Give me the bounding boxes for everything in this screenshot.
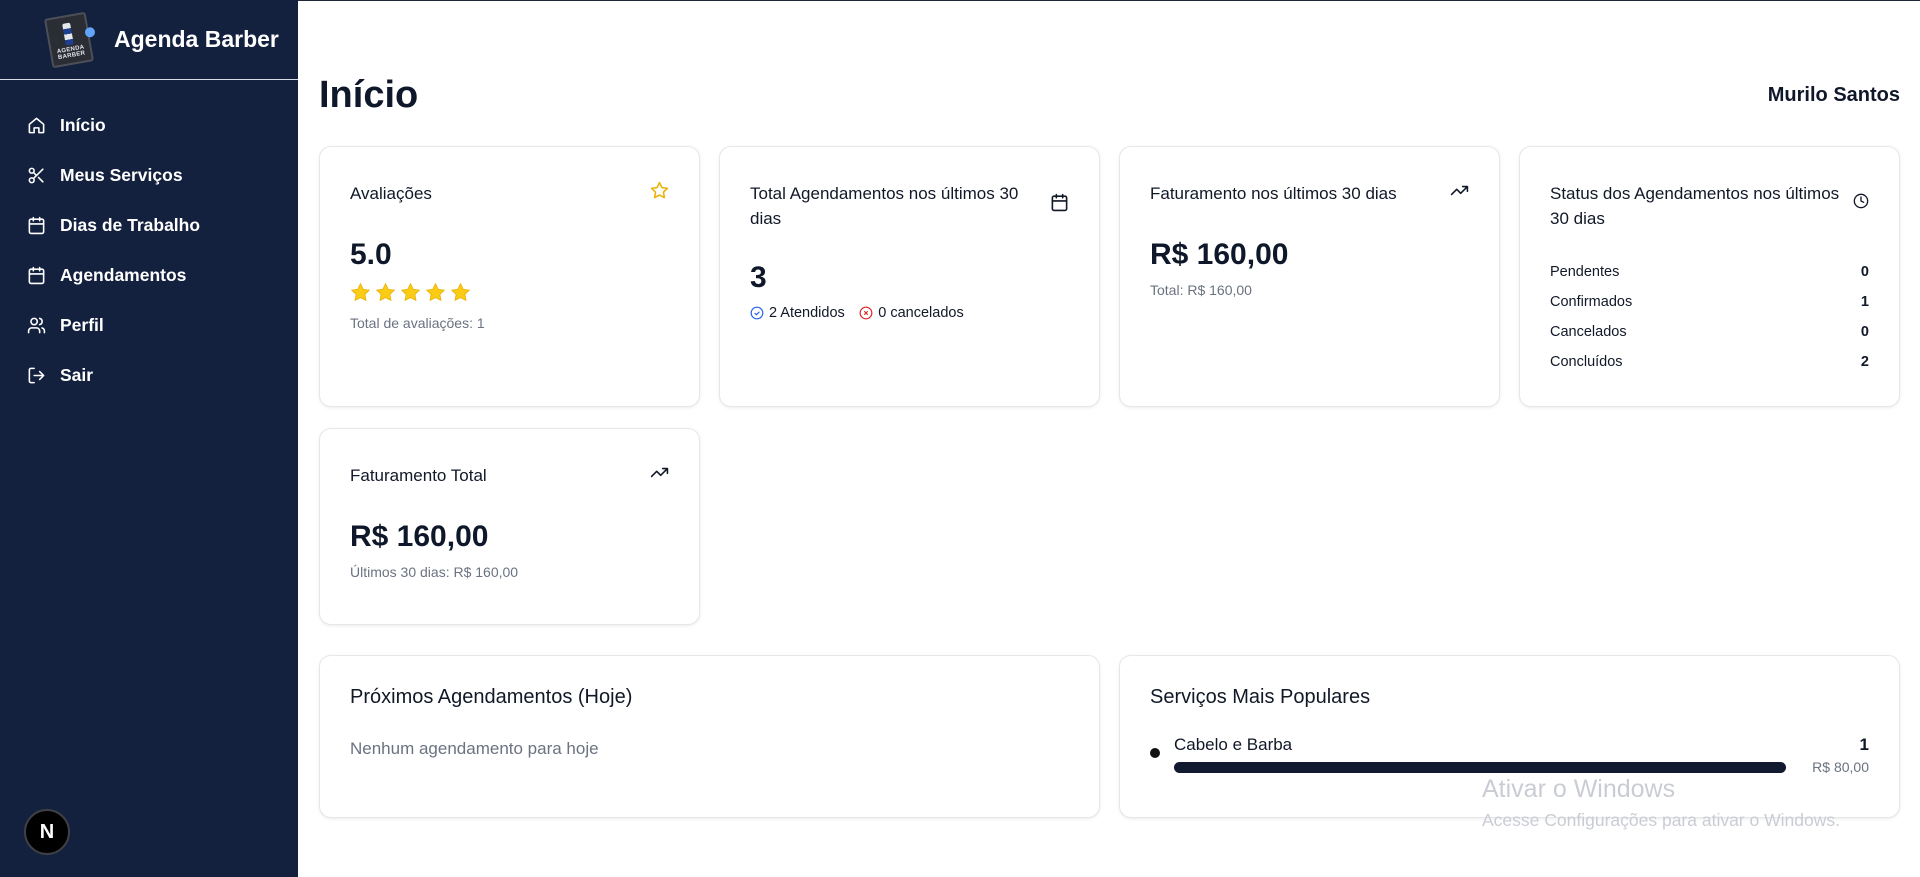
card-status-agendamentos: Status dos Agendamentos nos últimos 30 d… — [1519, 146, 1900, 407]
sidebar: AGENDA BARBER Agenda Barber Início Meus … — [0, 0, 298, 877]
sidebar-item-sair[interactable]: Sair — [0, 350, 298, 400]
card-proximos-agendamentos: Próximos Agendamentos (Hoje) Nenhum agen… — [319, 655, 1100, 818]
status-row-concluidos: Concluídos 2 — [1550, 347, 1869, 377]
status-value: 2 — [1860, 354, 1869, 370]
scissors-icon — [26, 165, 46, 185]
status-label: Concluídos — [1550, 354, 1623, 370]
star-icon — [375, 282, 396, 302]
windows-activation-subtitle: Acesse Configurações para ativar o Windo… — [1482, 810, 1840, 830]
star-icon — [400, 282, 421, 302]
revenue-30-total: Total: R$ 160,00 — [1150, 282, 1252, 298]
sidebar-item-dias-de-trabalho[interactable]: Dias de Trabalho — [0, 200, 298, 250]
card-title: Status dos Agendamentos nos últimos 30 d… — [1550, 184, 1840, 228]
users-icon — [26, 315, 46, 335]
sidebar-item-agendamentos[interactable]: Agendamentos — [0, 250, 298, 300]
trending-up-icon — [650, 463, 669, 487]
status-label: Cancelados — [1550, 324, 1627, 340]
popular-service-item: Cabelo e Barba 1 R$ 80,00 — [1150, 735, 1869, 775]
bullet-icon — [1150, 748, 1160, 758]
card-faturamento-total: Faturamento Total R$ 160,00 Últimos 30 d… — [319, 428, 700, 625]
windows-activation-title: Ativar o Windows — [1482, 775, 1676, 803]
sidebar-item-label: Meus Serviços — [60, 164, 183, 185]
x-circle-icon — [859, 306, 873, 320]
calendar-icon — [26, 215, 46, 235]
page-title: Início — [319, 74, 419, 116]
card-faturamento-30-dias: Faturamento nos últimos 30 dias R$ 160,0… — [1119, 146, 1500, 407]
status-value: 1 — [1860, 294, 1869, 310]
check-circle-icon — [750, 306, 764, 320]
star-icon — [450, 282, 471, 302]
service-count: 1 — [1859, 735, 1869, 754]
attended-label: 2 Atendidos — [769, 305, 845, 321]
sidebar-item-label: Sair — [60, 364, 94, 385]
status-row-confirmados: Confirmados 1 — [1550, 287, 1869, 317]
sidebar-item-label: Dias de Trabalho — [60, 214, 201, 235]
sidebar-item-label: Início — [60, 114, 106, 135]
card-title: Faturamento nos últimos 30 dias — [1150, 184, 1397, 203]
star-icon — [350, 282, 371, 302]
section-title: Serviços Mais Populares — [1150, 686, 1371, 708]
card-total-agendamentos: Total Agendamentos nos últimos 30 dias 3… — [719, 146, 1100, 407]
status-row-pendentes: Pendentes 0 — [1550, 257, 1869, 287]
logout-icon — [26, 365, 46, 385]
rating-value: 5.0 — [350, 238, 392, 271]
section-title: Próximos Agendamentos (Hoje) — [350, 686, 633, 708]
service-name: Cabelo e Barba — [1174, 735, 1293, 754]
attended-badge: 2 Atendidos — [750, 305, 845, 321]
service-price: R$ 80,00 — [1812, 759, 1869, 775]
service-share-bar — [1174, 761, 1786, 773]
calendar-icon — [1050, 193, 1069, 217]
sidebar-item-label: Perfil — [60, 314, 104, 335]
status-value: 0 — [1860, 324, 1869, 340]
cancelled-label: 0 cancelados — [878, 305, 964, 321]
sidebar-item-perfil[interactable]: Perfil — [0, 300, 298, 350]
home-icon — [26, 115, 46, 135]
card-title: Total Agendamentos nos últimos 30 dias — [750, 184, 1019, 228]
star-icon — [650, 181, 669, 205]
brand[interactable]: AGENDA BARBER Agenda Barber — [0, 0, 298, 80]
calendar-icon — [26, 265, 46, 285]
rating-stars — [350, 282, 669, 303]
clock-icon — [1853, 193, 1869, 214]
status-label: Confirmados — [1550, 294, 1633, 310]
revenue-total: R$ 160,00 — [350, 520, 489, 553]
top-border — [298, 0, 1920, 1]
app-logo: AGENDA BARBER — [40, 9, 99, 71]
sidebar-item-meus-servicos[interactable]: Meus Serviços — [0, 150, 298, 200]
empty-state: Nenhum agendamento para hoje — [350, 739, 599, 758]
revenue-30-days: R$ 160,00 — [1150, 238, 1289, 271]
rating-total: Total de avaliações: 1 — [350, 315, 485, 331]
appointments-count: 3 — [750, 261, 767, 294]
status-row-cancelados: Cancelados 0 — [1550, 317, 1869, 347]
card-title: Avaliações — [350, 184, 432, 203]
status-label: Pendentes — [1550, 264, 1620, 280]
star-icon — [425, 282, 446, 302]
sidebar-item-inicio[interactable]: Início — [0, 100, 298, 150]
card-avaliacoes: Avaliações 5.0 Total de avaliações: 1 — [319, 146, 700, 407]
trending-up-icon — [1450, 181, 1469, 205]
revenue-total-footer: Últimos 30 dias: R$ 160,00 — [350, 564, 519, 580]
user-name[interactable]: Murilo Santos — [1768, 84, 1900, 107]
cancelled-badge: 0 cancelados — [859, 305, 964, 321]
sidebar-item-label: Agendamentos — [60, 264, 187, 285]
dev-tools-badge[interactable]: N — [24, 809, 70, 855]
sidebar-nav: Início Meus Serviços Dias de Trabalho Ag… — [0, 100, 298, 400]
app-name: Agenda Barber — [114, 26, 279, 52]
card-title: Faturamento Total — [350, 466, 487, 485]
status-value: 0 — [1860, 264, 1869, 280]
